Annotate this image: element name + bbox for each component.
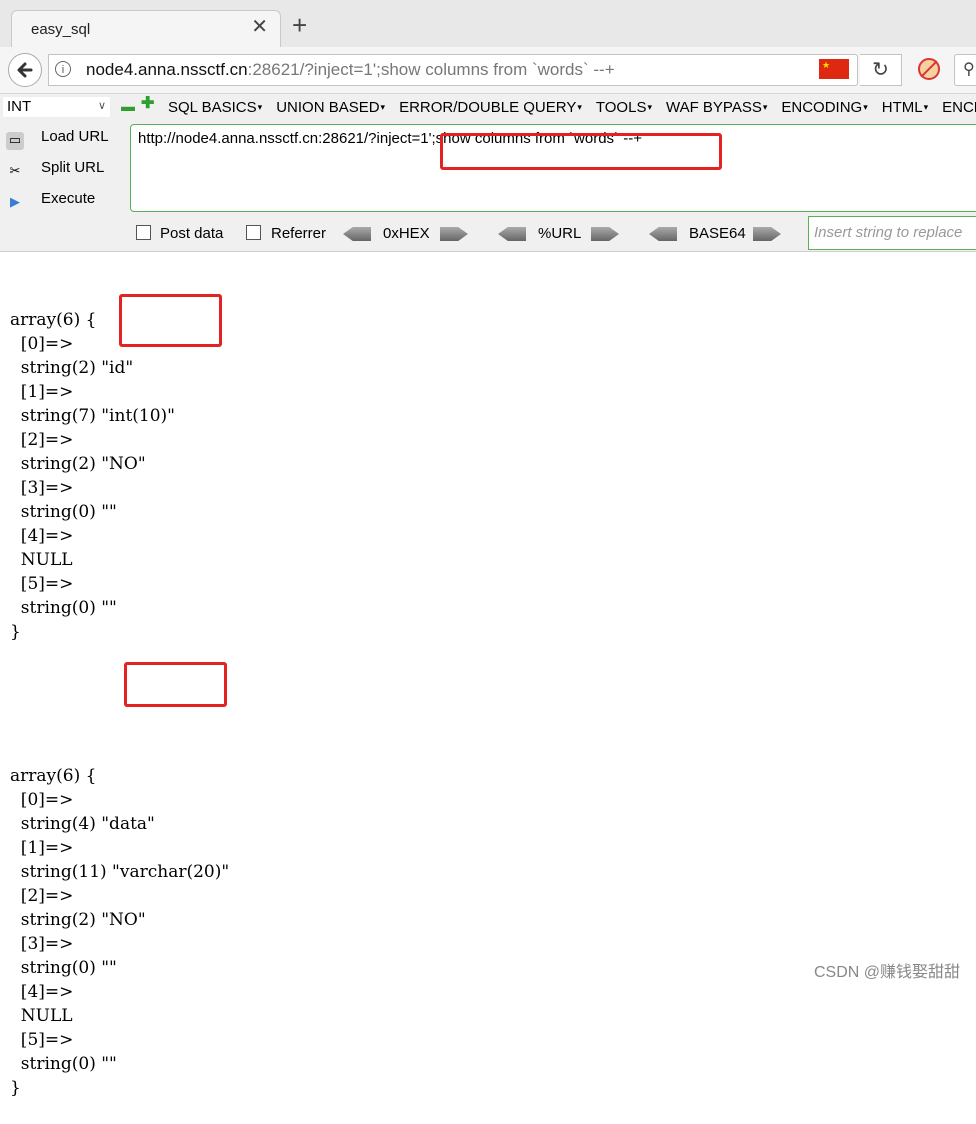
menu-error-double-query[interactable]: ERROR/DOUBLE QUERY: [399, 99, 582, 116]
hackbar-menu: SQL BASICS UNION BASED ERROR/DOUBLE QUERY T…: [168, 99, 976, 116]
menu-html[interactable]: HTML: [882, 99, 928, 116]
load-url-label: Load URL: [41, 128, 109, 145]
minus-icon[interactable]: ▬: [121, 99, 135, 113]
new-tab-icon[interactable]: +: [292, 12, 307, 38]
output-block-1: array(6) { [0]=> string(2) "id" [1]=> st…: [10, 310, 175, 642]
hackbar-panel: INT ∨ ▬ ✚ SQL BASICS UNION BASED ERROR/DOU…: [0, 94, 976, 252]
post-data-checkbox[interactable]: [136, 225, 151, 240]
split-url-label: Split URL: [41, 159, 105, 176]
base64-encode-arrow-icon[interactable]: [753, 227, 781, 241]
menu-encoding[interactable]: ENCODING: [781, 99, 867, 116]
watermark: CSDN @赚钱娶甜甜: [813, 964, 960, 981]
encoding-select[interactable]: INT ∨: [2, 96, 111, 118]
hex-label: 0xHEX: [383, 225, 430, 242]
url-path: :28621/?inject=1';show columns from `wor…: [247, 60, 615, 79]
encoding-select-value: INT: [7, 98, 32, 115]
split-url-button[interactable]: ✂ Split URL: [6, 159, 105, 181]
chevron-down-icon: ∨: [97, 100, 106, 112]
url-encode-label: %URL: [538, 225, 582, 242]
url-encode-arrow-icon[interactable]: [591, 227, 619, 241]
referrer-checkbox[interactable]: [246, 225, 261, 240]
menu-sql-basics[interactable]: SQL BASICS: [168, 99, 262, 116]
load-url-icon: ▭: [6, 132, 24, 150]
address-text: node4.anna.nssctf.cn:28621/?inject=1';sh…: [86, 60, 615, 80]
replace-string-input[interactable]: Insert string to replace: [808, 216, 976, 250]
load-url-button[interactable]: ▭ Load URL: [6, 128, 109, 150]
base64-decode-arrow-icon[interactable]: [649, 227, 677, 241]
noscript-icon[interactable]: [918, 58, 940, 80]
menu-tools[interactable]: TOOLS: [596, 99, 652, 116]
plus-icon[interactable]: ✚: [141, 96, 154, 112]
execute-button[interactable]: ▶ Execute: [6, 190, 95, 212]
navigation-bar: i node4.anna.nssctf.cn:28621/?inject=1';…: [0, 47, 976, 94]
hex-encode-arrow-icon[interactable]: [440, 227, 468, 241]
highlight-id: [119, 294, 222, 347]
search-icon[interactable]: ⚲: [954, 54, 976, 86]
menu-union-based[interactable]: UNION BASED: [276, 99, 385, 116]
hackbar-options: Post data Referrer 0xHEX %URL BASE64 Ins…: [0, 216, 976, 250]
reload-button[interactable]: ↻: [860, 54, 902, 86]
menu-waf-bypass[interactable]: WAF BYPASS: [666, 99, 767, 116]
back-button[interactable]: [8, 53, 42, 87]
base64-label: BASE64: [689, 225, 746, 242]
menu-encr[interactable]: ENCR: [942, 99, 976, 116]
play-icon: ▶: [10, 194, 20, 209]
tab-easy-sql[interactable]: easy_sql ✕: [11, 10, 281, 47]
post-data-label: Post data: [160, 225, 224, 242]
china-flag-icon[interactable]: ★: [819, 59, 849, 79]
tab-title: easy_sql: [31, 21, 91, 38]
close-icon[interactable]: ✕: [251, 17, 268, 37]
url-decode-arrow-icon[interactable]: [498, 227, 526, 241]
url-host: node4.anna.nssctf.cn: [86, 60, 248, 79]
address-bar[interactable]: i node4.anna.nssctf.cn:28621/?inject=1';…: [48, 54, 858, 86]
highlight-payload: [440, 133, 722, 170]
highlight-data: [124, 662, 227, 707]
hex-decode-arrow-icon[interactable]: [343, 227, 371, 241]
scissors-icon: ✂: [9, 163, 21, 178]
referrer-label: Referrer: [271, 225, 327, 242]
back-arrow-icon: [17, 62, 33, 78]
output-block-2: array(6) { [0]=> string(4) "data" [1]=> …: [10, 766, 230, 1098]
tab-strip: easy_sql ✕ +: [0, 0, 976, 47]
info-icon[interactable]: i: [55, 61, 71, 77]
execute-label: Execute: [41, 190, 96, 207]
